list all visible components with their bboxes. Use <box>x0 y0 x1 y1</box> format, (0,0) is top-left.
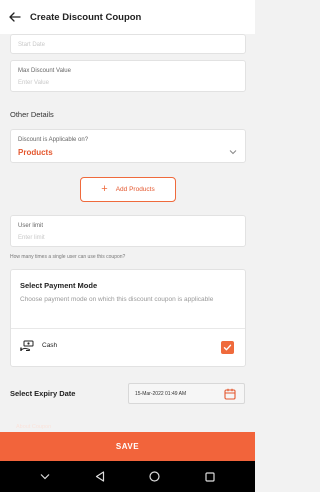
start-date-placeholder: Start Date <box>18 42 46 48</box>
plus-icon: + <box>101 183 108 195</box>
user-limit-field[interactable]: User limit Enter limit <box>10 215 246 247</box>
applicable-on-label: Discount is Applicable on? <box>18 137 89 143</box>
expiry-date-picker[interactable]: 15-Mar-2022 01:49 AM <box>128 383 245 404</box>
checkmark-icon <box>223 344 232 351</box>
chevron-down-icon <box>229 150 237 155</box>
back-button[interactable] <box>0 0 30 34</box>
chevron-down-icon <box>40 474 50 480</box>
square-recents-icon <box>205 471 215 482</box>
add-products-button[interactable]: + Add Products <box>80 177 176 202</box>
expiry-date-value: 15-Mar-2022 01:49 AM <box>135 391 187 397</box>
payment-mode-title: Select Payment Mode <box>20 281 98 290</box>
max-discount-label: Max Discount Value <box>18 68 71 74</box>
circle-home-icon <box>149 471 160 482</box>
cash-option-label: Cash <box>42 342 58 349</box>
applicable-on-value: Products <box>18 148 53 157</box>
max-discount-placeholder: Enter Value <box>18 80 49 86</box>
other-details-heading: Other Details <box>10 110 54 119</box>
start-date-field[interactable]: Start Date <box>10 34 246 54</box>
user-limit-hint: How many times a single user can use thi… <box>10 254 126 260</box>
app-header: Create Discount Coupon <box>0 0 255 34</box>
add-products-label: Add Products <box>115 186 155 193</box>
page-title: Create Discount Coupon <box>30 11 142 23</box>
payment-mode-description: Choose payment mode on which this discou… <box>20 296 214 303</box>
max-discount-field[interactable]: Max Discount Value Enter Value <box>10 60 246 92</box>
arrow-left-icon <box>9 12 21 22</box>
user-limit-placeholder: Enter limit <box>18 235 45 241</box>
cash-hand-icon <box>20 340 34 351</box>
triangle-back-icon <box>96 471 105 482</box>
payment-mode-card: Select Payment Mode Choose payment mode … <box>10 269 246 367</box>
nav-recents-button[interactable] <box>200 467 220 487</box>
save-label: SAVE <box>115 442 140 451</box>
calendar-icon <box>224 388 236 400</box>
cash-checkbox[interactable] <box>221 341 234 354</box>
applicable-on-dropdown[interactable]: Discount is Applicable on? Products <box>10 129 246 163</box>
nav-home-button[interactable] <box>145 467 165 487</box>
nav-hide-keyboard-button[interactable] <box>35 467 55 487</box>
save-button[interactable]: SAVE <box>0 432 255 461</box>
about-coupon-peek: About Coupon <box>16 424 52 430</box>
system-nav-bar <box>0 461 255 492</box>
expiry-date-label: Select Expiry Date <box>10 389 76 398</box>
divider <box>11 328 245 329</box>
user-limit-label: User limit <box>18 223 43 229</box>
nav-back-button[interactable] <box>90 467 110 487</box>
